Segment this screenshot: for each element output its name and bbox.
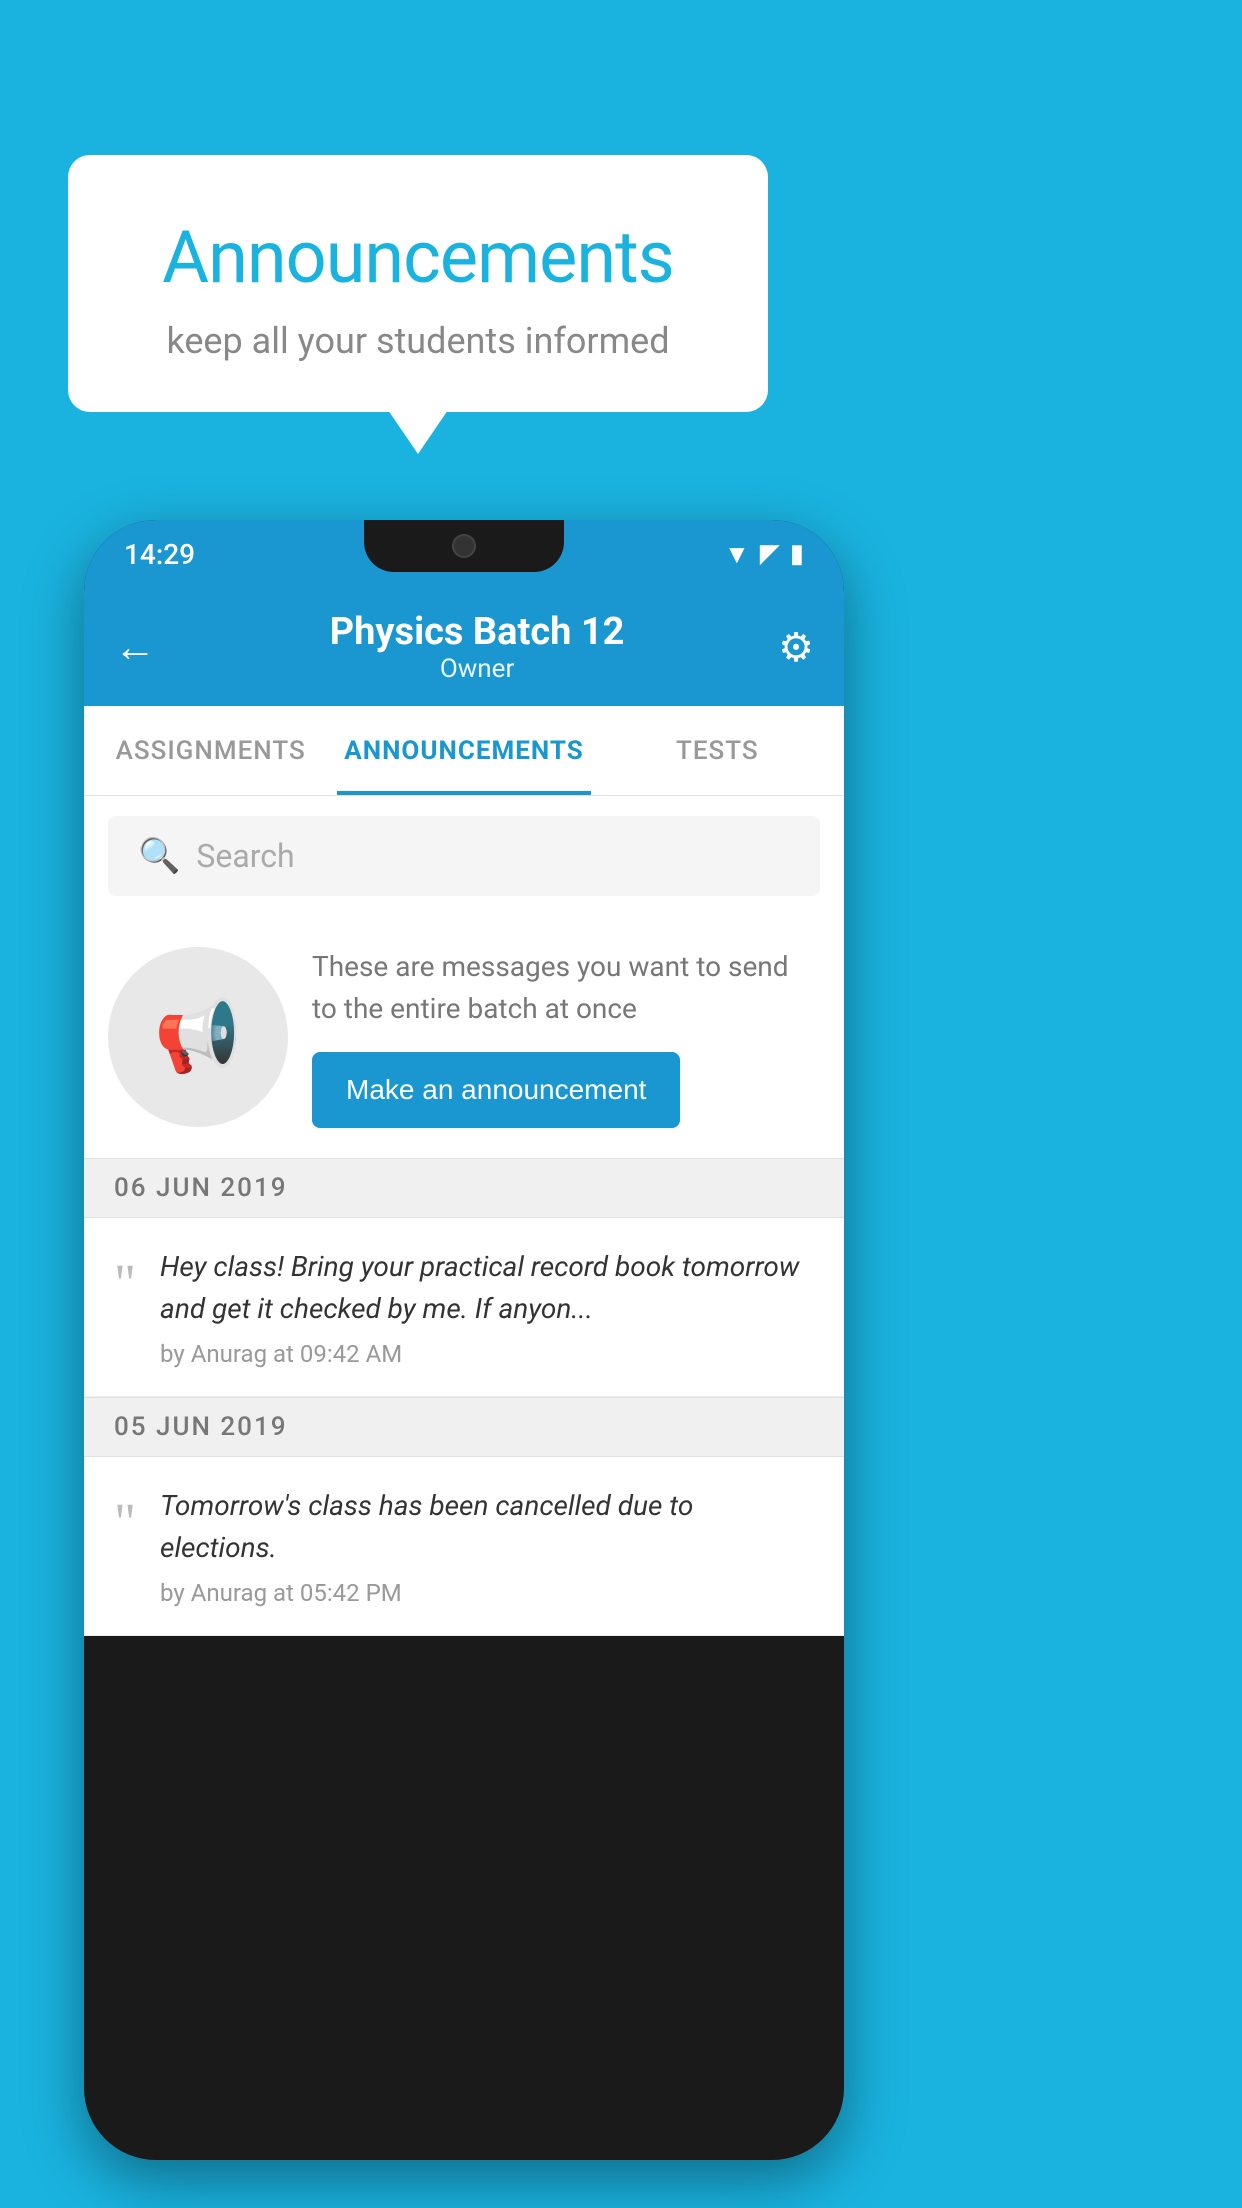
announcement-text-2: Tomorrow's class has been cancelled due … [160, 1485, 814, 1569]
announcement-meta-1: by Anurag at 09:42 AM [160, 1340, 814, 1368]
promo-icon-circle: 📢 [108, 947, 288, 1127]
announcement-meta-2: by Anurag at 05:42 PM [160, 1579, 814, 1607]
promo-section: 📢 These are messages you want to send to… [84, 916, 844, 1158]
announcement-item-1[interactable]: " Hey class! Bring your practical record… [84, 1218, 844, 1397]
tab-assignments[interactable]: ASSIGNMENTS [84, 706, 337, 795]
tab-announcements[interactable]: ANNOUNCEMENTS [337, 706, 590, 795]
app-bar-title: Physics Batch 12 [176, 610, 778, 654]
phone-notch [364, 520, 564, 572]
date-separator-1: 06 JUN 2019 [84, 1158, 844, 1218]
megaphone-icon: 📢 [154, 996, 241, 1078]
app-bar: ← Physics Batch 12 Owner ⚙ [84, 588, 844, 706]
promo-content: These are messages you want to send to t… [312, 946, 820, 1128]
phone-container: 14:29 ▼ ◤ ▮ ← Physics Batch 12 Owner ⚙ A… [84, 520, 844, 2160]
announcement-content-1: Hey class! Bring your practical record b… [160, 1246, 814, 1368]
announcement-item-2[interactable]: " Tomorrow's class has been cancelled du… [84, 1457, 844, 1636]
search-container: 🔍 Search [84, 796, 844, 916]
back-button[interactable]: ← [114, 623, 156, 672]
app-bar-subtitle: Owner [176, 654, 778, 684]
search-bar[interactable]: 🔍 Search [108, 816, 820, 896]
quote-icon-1: " [114, 1252, 136, 1314]
speech-bubble-title: Announcements [108, 215, 728, 300]
announcement-text-1: Hey class! Bring your practical record b… [160, 1246, 814, 1330]
battery-icon: ▮ [790, 539, 804, 569]
status-time: 14:29 [124, 538, 195, 571]
status-icons: ▼ ◤ ▮ [724, 539, 804, 570]
announcement-content-2: Tomorrow's class has been cancelled due … [160, 1485, 814, 1607]
search-placeholder: Search [196, 837, 294, 875]
make-announcement-button[interactable]: Make an announcement [312, 1052, 680, 1128]
promo-description: These are messages you want to send to t… [312, 946, 820, 1030]
signal-icon: ◤ [760, 539, 780, 569]
settings-icon[interactable]: ⚙ [778, 624, 814, 671]
speech-bubble: Announcements keep all your students inf… [68, 155, 768, 412]
phone-frame: 14:29 ▼ ◤ ▮ ← Physics Batch 12 Owner ⚙ A… [84, 520, 844, 2160]
phone-camera [452, 534, 476, 558]
tab-tests[interactable]: TESTS [591, 706, 844, 795]
content-area: 🔍 Search 📢 These are messages you want t… [84, 796, 844, 1636]
wifi-icon: ▼ [724, 539, 750, 570]
date-separator-2: 05 JUN 2019 [84, 1397, 844, 1457]
quote-icon-2: " [114, 1491, 136, 1553]
search-icon: 🔍 [138, 836, 180, 876]
speech-bubble-subtitle: keep all your students informed [108, 320, 728, 362]
app-bar-title-container: Physics Batch 12 Owner [176, 610, 778, 684]
tabs-bar: ASSIGNMENTS ANNOUNCEMENTS TESTS [84, 706, 844, 796]
speech-bubble-container: Announcements keep all your students inf… [68, 155, 768, 412]
